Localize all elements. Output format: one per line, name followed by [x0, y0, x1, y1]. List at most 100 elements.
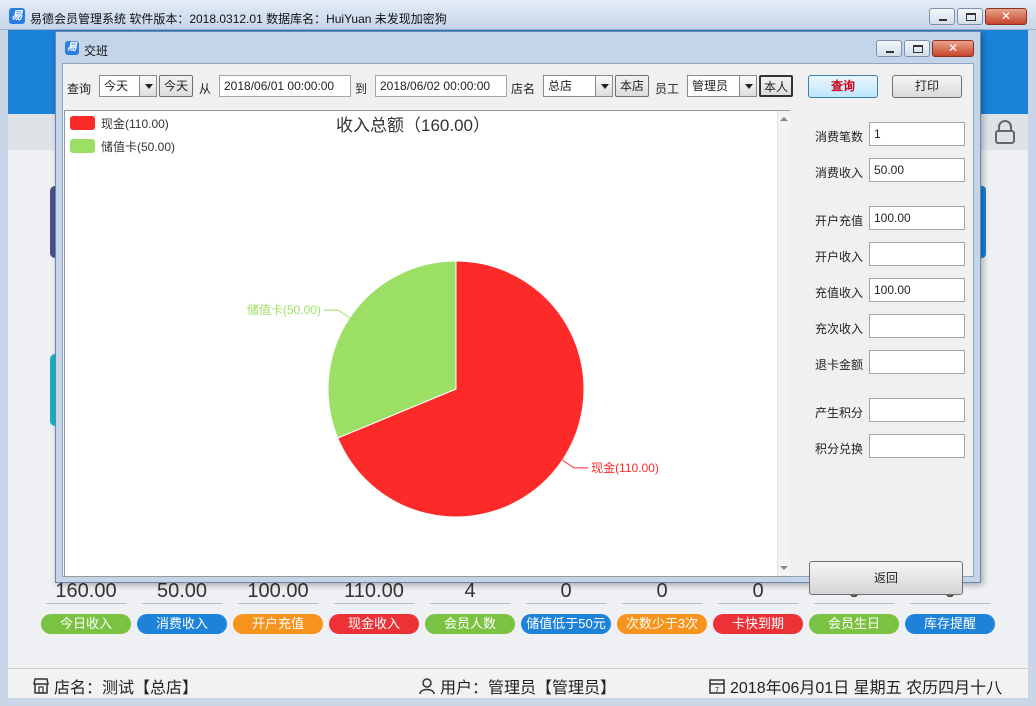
stat-item: 110.00 现金收入: [326, 578, 422, 634]
dialog-title: 交班: [84, 44, 109, 58]
refund-field[interactable]: [869, 350, 965, 374]
minimize-icon: [886, 51, 894, 53]
pie-data-label: 现金(110.00): [591, 460, 659, 475]
points-redeem-label: 积分兑换: [815, 442, 864, 456]
period-select[interactable]: 今天: [99, 75, 157, 97]
recharge-income-field[interactable]: 100.00: [869, 278, 965, 302]
query-button[interactable]: 查询: [808, 75, 878, 98]
open-income-label: 开户收入: [815, 250, 864, 264]
scroll-up-icon[interactable]: [780, 117, 788, 121]
stat-item: 50.00 消费收入: [134, 578, 230, 634]
dialog-body: 查询 今天 今天 从 2018/06/01 00:00:00 到 2018/06…: [62, 63, 975, 595]
points-earned-label: 产生积分: [815, 406, 864, 420]
shop-label: 店名: [511, 82, 536, 96]
shift-dialog: 易 交班 ✕ 查询 今天 今天 从 2018/06/01 00:00:00 到 …: [55, 31, 981, 595]
print-button[interactable]: 打印: [892, 75, 962, 98]
close-button[interactable]: ✕: [985, 8, 1027, 25]
refund-label: 退卡金额: [815, 358, 864, 372]
stat-badge-button[interactable]: 库存提醒: [905, 614, 995, 634]
status-bar: 店名：测试【总店】 用户：管理员【管理员】 7 2018年06月01日 星期五 …: [8, 668, 1028, 698]
main-window-title: 易德会员管理系统 软件版本：2018.0312.01 数据库名：HuiYuan …: [30, 12, 447, 26]
shop-select[interactable]: 总店: [543, 75, 613, 97]
chevron-down-icon[interactable]: [595, 76, 612, 96]
this-shop-button[interactable]: 本店: [615, 75, 649, 97]
stat-item: 4 会员人数: [422, 578, 518, 634]
staff-select-value: 管理员: [692, 79, 729, 93]
maximize-icon: [913, 45, 923, 53]
staff-label: 员工: [655, 82, 680, 96]
query-label: 查询: [67, 82, 92, 96]
to-label: 到: [355, 82, 368, 96]
pie-data-label: 储值卡(50.00): [247, 302, 321, 317]
times-income-label: 充次收入: [815, 322, 864, 336]
stat-badge-button[interactable]: 储值低于50元: [521, 614, 611, 634]
legend-label: 现金(110.00): [101, 116, 169, 131]
app-logo-icon: 易: [9, 8, 25, 24]
stat-item: 0 储值低于50元: [518, 578, 614, 634]
main-titlebar: 易 易德会员管理系统 软件版本：2018.0312.01 数据库名：HuiYua…: [0, 0, 1036, 30]
stat-badge-button[interactable]: 卡快到期: [713, 614, 803, 634]
consume-income-field[interactable]: 50.00: [869, 158, 965, 182]
self-button[interactable]: 本人: [759, 75, 793, 97]
stat-item: 0 卡快到期: [710, 578, 806, 634]
open-income-field[interactable]: [869, 242, 965, 266]
svg-text:7: 7: [715, 686, 719, 694]
status-date: 2018年06月01日 星期五 农历四月十八: [730, 680, 1003, 697]
from-datetime-input[interactable]: 2018/06/01 00:00:00: [219, 75, 351, 97]
legend-swatch: [70, 139, 95, 153]
maximize-icon: [966, 13, 976, 21]
stat-badge-button[interactable]: 会员人数: [425, 614, 515, 634]
dialog-close-button[interactable]: ✕: [932, 40, 974, 57]
points-redeem-field[interactable]: [869, 434, 965, 458]
open-recharge-field[interactable]: 100.00: [869, 206, 965, 230]
chevron-down-icon[interactable]: [739, 76, 756, 96]
open-recharge-label: 开户充值: [815, 214, 864, 228]
dialog-titlebar: 易 交班 ✕: [56, 32, 980, 62]
consume-count-field[interactable]: 1: [869, 122, 965, 146]
close-icon: ✕: [1000, 9, 1012, 23]
staff-select[interactable]: 管理员: [687, 75, 757, 97]
recharge-income-label: 充值收入: [815, 286, 864, 300]
stat-item: 100.00 开户充值: [230, 578, 326, 634]
stat-badge-button[interactable]: 次数少于3次: [617, 614, 707, 634]
chevron-down-icon[interactable]: [139, 76, 156, 96]
pie-leader-line: [323, 309, 350, 319]
chart-title: 收入总额（160.00）: [336, 116, 490, 135]
chart-panel: 收入总额（160.00） 现金(110.00) 储值卡(50.00) 现金(110.0…: [64, 110, 790, 577]
stat-badge-button[interactable]: 今日收入: [41, 614, 131, 634]
maximize-button[interactable]: [957, 8, 983, 25]
dialog-logo-icon: 易: [65, 41, 79, 55]
stat-item: 0 次数少于3次: [614, 578, 710, 634]
stat-badge-button[interactable]: 会员生日: [809, 614, 899, 634]
pie-leader-line: [562, 459, 589, 469]
dialog-minimize-button[interactable]: [876, 40, 902, 57]
calendar-icon: 7: [709, 679, 725, 694]
lock-icon[interactable]: [994, 120, 1016, 144]
period-select-value: 今天: [104, 79, 129, 93]
stat-badge-button[interactable]: 现金收入: [329, 614, 419, 634]
shop-icon: [33, 678, 49, 694]
close-icon: ✕: [947, 41, 959, 55]
chart-scrollbar[interactable]: [777, 111, 790, 576]
legend-swatch: [70, 116, 95, 130]
legend-label: 储值卡(50.00): [101, 139, 175, 154]
consume-income-label: 消费收入: [815, 166, 864, 180]
status-shop: 店名：测试【总店】: [54, 680, 199, 697]
times-income-field[interactable]: [869, 314, 965, 338]
back-button[interactable]: 返回: [809, 561, 963, 595]
to-datetime-input[interactable]: 2018/06/02 00:00:00: [375, 75, 507, 97]
scroll-down-icon[interactable]: [780, 566, 788, 570]
summary-panel: 消费笔数 1 消费收入 50.00 开户充值 100.00 开户收入 充值收入 …: [797, 110, 973, 595]
from-label: 从: [199, 82, 212, 96]
minimize-button[interactable]: [929, 8, 955, 25]
user-icon: [419, 678, 435, 695]
query-toolbar: 查询 今天 今天 从 2018/06/01 00:00:00 到 2018/06…: [63, 72, 975, 100]
income-pie-chart: 收入总额（160.00） 现金(110.00) 储值卡(50.00) 现金(110.0…: [70, 116, 659, 518]
points-earned-field[interactable]: [869, 398, 965, 422]
stat-badge-button[interactable]: 消费收入: [137, 614, 227, 634]
today-button[interactable]: 今天: [159, 75, 193, 97]
consume-count-label: 消费笔数: [815, 130, 864, 144]
dialog-maximize-button[interactable]: [904, 40, 930, 57]
stat-item: 160.00 今日收入: [38, 578, 134, 634]
stat-badge-button[interactable]: 开户充值: [233, 614, 323, 634]
